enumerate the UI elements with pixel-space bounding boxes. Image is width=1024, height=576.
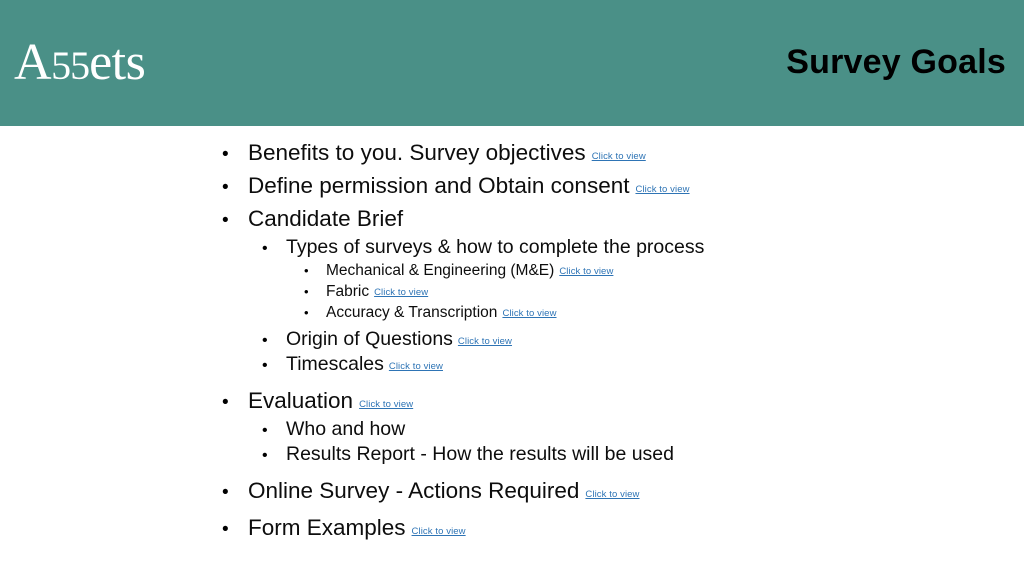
- bullet-icon: •: [222, 210, 229, 231]
- bullet-icon: •: [304, 284, 309, 299]
- outline-item-level-3: • Fabric Click to view: [222, 281, 982, 302]
- outline-item-label: Benefits to you. Survey objectives: [248, 140, 586, 165]
- outline-item-label: Define permission and Obtain consent: [248, 173, 630, 198]
- bullet-icon: •: [222, 392, 229, 413]
- outline-item-label: Evaluation: [248, 388, 354, 413]
- click-to-view-link[interactable]: Click to view: [502, 309, 556, 319]
- bullet-icon: •: [222, 144, 229, 165]
- slide-body: • Benefits to you. Survey objectives Click…: [0, 126, 1024, 576]
- outline-item-label: Timescales: [286, 353, 384, 375]
- bullet-icon: •: [222, 177, 229, 198]
- bullet-icon: •: [222, 519, 229, 540]
- click-to-view-link[interactable]: Click to view: [389, 362, 443, 372]
- outline-item-level-1: • Define permission and Obtain consent Cli…: [222, 169, 982, 202]
- bullet-icon: •: [262, 447, 268, 464]
- slide: A55ets Survey Goals • Benefits to you. Su…: [0, 0, 1024, 576]
- outline-spacer: [222, 377, 982, 384]
- outline-spacer: [222, 467, 982, 474]
- outline-item-label: Origin of Questions: [286, 328, 453, 350]
- logo-suffix: ets: [89, 34, 146, 91]
- click-to-view-link[interactable]: Click to view: [592, 152, 646, 162]
- outline-item-level-1: • Benefits to you. Survey objectives Click…: [222, 136, 982, 169]
- outline-item-level-1: • Candidate Brief: [222, 202, 982, 235]
- outline-item-level-2: • Origin of Questions Click to view: [222, 327, 982, 352]
- outline-item-level-2: • Results Report - How the results will b…: [222, 442, 982, 467]
- click-to-view-link[interactable]: Click to view: [374, 288, 428, 298]
- outline-item-level-2: • Who and how: [222, 417, 982, 442]
- page-title: Survey Goals: [786, 43, 1006, 81]
- click-to-view-link[interactable]: Click to view: [359, 400, 413, 410]
- outline-item-label: Mechanical & Engineering (M&E): [326, 262, 555, 279]
- outline-item-label: Who and how: [286, 418, 406, 440]
- bullet-icon: •: [304, 263, 309, 278]
- outline-item-level-1: • Form Examples Click to view: [222, 511, 982, 544]
- outline-list: • Benefits to you. Survey objectives Click…: [222, 136, 982, 544]
- header-band: A55ets Survey Goals: [0, 0, 1024, 126]
- brand-logo: A55ets: [14, 34, 146, 93]
- outline-item-label: Fabric: [326, 283, 370, 300]
- bullet-icon: •: [262, 332, 268, 349]
- outline-item-label: Form Examples: [248, 515, 406, 540]
- outline-item-level-3: • Accuracy & Transcription Click to view: [222, 302, 982, 323]
- bullet-icon: •: [304, 305, 309, 320]
- click-to-view-link[interactable]: Click to view: [412, 527, 466, 537]
- outline-item-level-2: • Timescales Click to view: [222, 352, 982, 377]
- bullet-icon: •: [262, 240, 268, 257]
- outline-item-level-3: • Mechanical & Engineering (M&E) Click to …: [222, 260, 982, 281]
- click-to-view-link[interactable]: Click to view: [458, 337, 512, 347]
- bullet-icon: •: [222, 482, 229, 503]
- outline-item-label: Types of surveys & how to complete the p…: [286, 236, 705, 258]
- outline-item-label: Results Report - How the results will be…: [286, 443, 674, 465]
- click-to-view-link[interactable]: Click to view: [635, 185, 689, 195]
- logo-digits: 55: [51, 43, 90, 88]
- click-to-view-link[interactable]: Click to view: [585, 490, 639, 500]
- logo-prefix: A: [14, 34, 52, 91]
- outline-item-label: Accuracy & Transcription: [326, 304, 498, 321]
- click-to-view-link[interactable]: Click to view: [559, 267, 613, 277]
- outline-item-label: Candidate Brief: [248, 206, 404, 231]
- outline-item-level-1: • Evaluation Click to view: [222, 384, 982, 417]
- bullet-icon: •: [262, 357, 268, 374]
- bullet-icon: •: [262, 422, 268, 439]
- outline-item-level-2: • Types of surveys & how to complete the …: [222, 235, 982, 260]
- outline-item-level-1: • Online Survey - Actions Required Click t…: [222, 474, 982, 507]
- outline-item-label: Online Survey - Actions Required: [248, 478, 580, 503]
